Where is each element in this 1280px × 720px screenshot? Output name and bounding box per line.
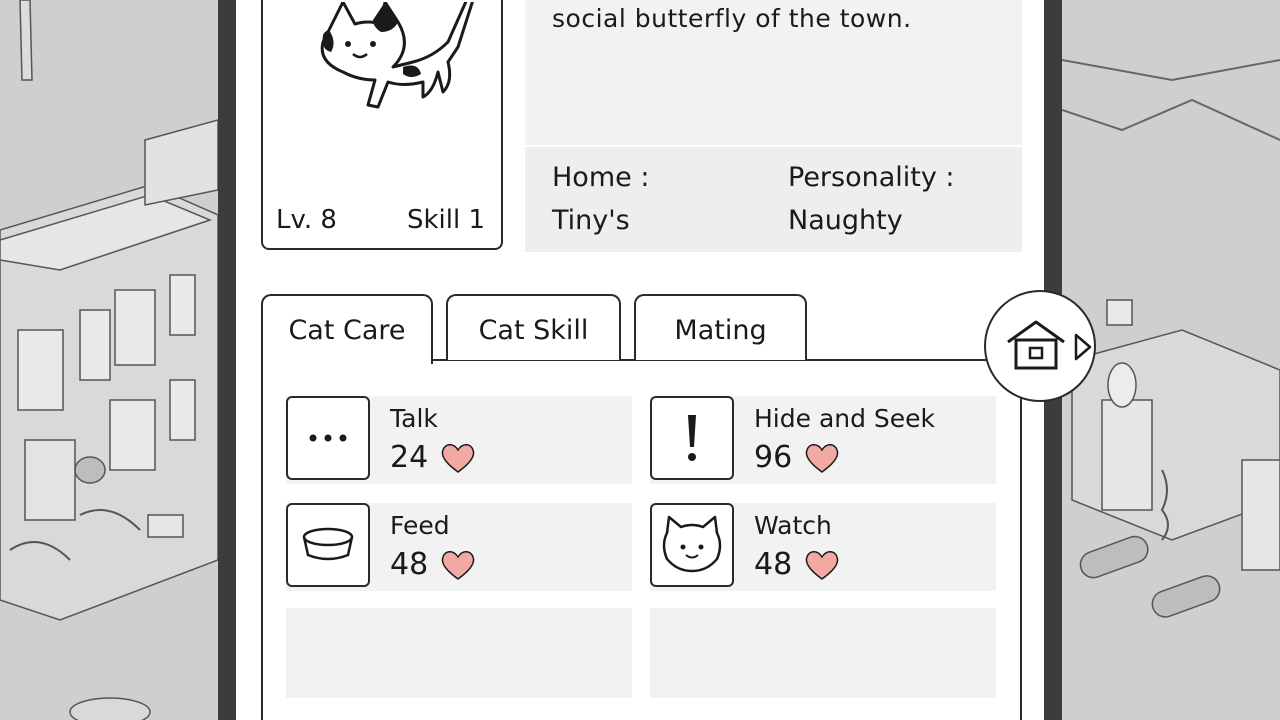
action-heart-value: 48 xyxy=(390,547,429,582)
action-name: Feed xyxy=(390,511,450,540)
empty-action-slot xyxy=(286,608,632,698)
town-background-left xyxy=(0,0,218,720)
home-value: Tiny's xyxy=(552,205,630,236)
cat-face-icon xyxy=(650,503,734,587)
cat-description-text: social butterfly of the town. xyxy=(552,4,912,33)
action-heart-value: 96 xyxy=(754,440,793,475)
action-feed[interactable]: Feed 48 xyxy=(286,503,632,591)
cat-level: Lv. 8 xyxy=(276,205,337,235)
heart-icon xyxy=(441,444,475,473)
arrow-right-icon xyxy=(1074,333,1092,361)
action-heart-value: 24 xyxy=(390,440,429,475)
action-name: Watch xyxy=(754,511,832,540)
cat-portrait-image xyxy=(320,2,474,109)
heart-icon xyxy=(805,551,839,580)
empty-action-slot xyxy=(650,608,996,698)
home-label: Home : xyxy=(552,162,650,193)
exclamation-icon xyxy=(650,396,734,480)
action-talk[interactable]: Talk 24 xyxy=(286,396,632,484)
action-heart-value: 48 xyxy=(754,547,793,582)
heart-icon xyxy=(805,444,839,473)
action-name: Hide and Seek xyxy=(754,404,936,433)
heart-icon xyxy=(441,551,475,580)
action-name: Talk xyxy=(390,404,438,433)
personality-value: Naughty xyxy=(788,205,903,236)
tab-cat-care[interactable]: Cat Care xyxy=(261,294,433,364)
speech-dots-icon xyxy=(286,396,370,480)
food-bowl-icon xyxy=(286,503,370,587)
home-nav-button[interactable] xyxy=(984,290,1096,402)
cat-skill-level: Skill 1 xyxy=(407,205,486,235)
tab-mating[interactable]: Mating xyxy=(634,294,807,360)
personality-label: Personality : xyxy=(788,162,955,193)
action-hide-and-seek[interactable]: Hide and Seek 96 xyxy=(650,396,996,484)
town-scene-left-illustration xyxy=(0,0,218,720)
action-watch[interactable]: Watch 48 xyxy=(650,503,996,591)
tab-cat-skill[interactable]: Cat Skill xyxy=(446,294,621,360)
